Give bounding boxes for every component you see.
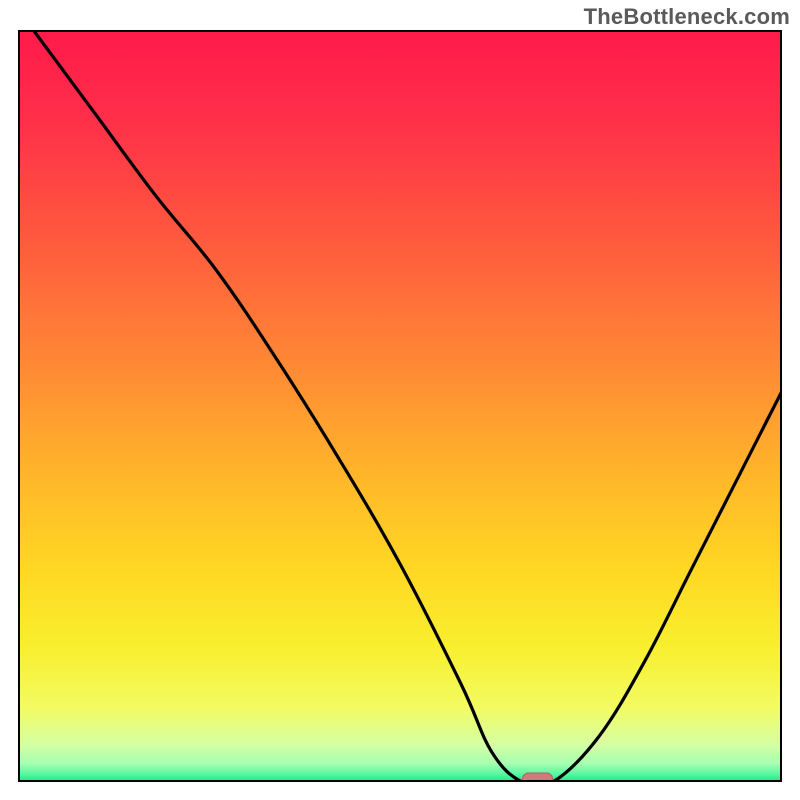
chart-container: TheBottleneck.com [0, 0, 800, 800]
bottleneck-chart [18, 30, 782, 782]
plot-frame [18, 30, 782, 782]
gradient-background [18, 30, 782, 782]
watermark-text: TheBottleneck.com [584, 4, 790, 30]
